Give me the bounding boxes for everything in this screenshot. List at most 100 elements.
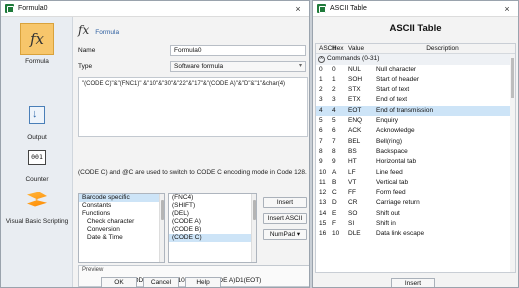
function-item[interactable]: (CODE C) [169,234,256,242]
function-item[interactable]: (CODE B) [169,226,256,234]
rail-item-counter[interactable]: 001 Counter [1,141,73,183]
ascii-row[interactable]: 11 B VT Vertical tab [316,178,515,188]
rail-label-vbscript: Visual Basic Scripting [5,218,69,225]
cell-description: Enquiry [376,117,399,125]
cell-description: Bell(ring) [376,137,403,145]
rail-item-formula[interactable]: fx Formula [1,23,73,65]
cell-value: VT [348,178,357,186]
help-button[interactable]: Help [185,277,221,287]
cell-ascii: 2 [319,86,323,94]
cell-ascii: 4 [319,106,323,114]
ascii-row[interactable]: 9 9 HT Horizontal tab [316,157,515,167]
cell-ascii: 0 [319,65,323,73]
ascii-row[interactable]: 3 3 ETX End of text [316,95,515,105]
ascii-row[interactable]: 4 4 EOT End of transmission [316,105,515,117]
preview-label: Preview [82,267,104,273]
category-item[interactable]: Constants [79,202,164,210]
output-icon [29,106,45,124]
cell-value: SOH [348,75,363,83]
rail-item-vbscript[interactable]: Visual Basic Scripting [1,183,73,225]
function-scrollbar[interactable] [251,194,256,262]
category-item[interactable]: Functions [79,210,164,218]
function-item[interactable]: (FNC4) [169,194,256,202]
cell-hex: 4 [332,106,336,114]
cell-hex: C [332,189,337,197]
ascii-row[interactable]: 7 7 BEL Bell(ring) [316,137,515,147]
ascii-grid: ASCII Hex Value Description ^ Commands (… [315,43,516,273]
category-item[interactable]: Conversion [79,226,164,234]
type-select[interactable]: Software formula ▾ [170,61,306,72]
cell-hex: E [332,209,337,217]
type-label: Type [78,63,93,70]
cancel-button[interactable]: Cancel [143,277,179,287]
group-label: Commands (0-31) [327,55,380,63]
cell-ascii: 14 [319,209,327,217]
col-header-ascii[interactable]: ASCII [316,44,336,53]
ascii-insert-button[interactable]: Insert [391,278,435,287]
function-item[interactable]: (SHIFT) [169,202,256,210]
formula-editor[interactable]: "(CODE C)"&"(FNC1)" &"10"&"30"&"22"&"17"… [78,77,308,137]
cell-description: End of text [376,96,408,104]
cell-hex: 2 [332,86,336,94]
formula-hint: (CODE C) and @C are used to switch to CO… [78,169,307,176]
cell-value: FF [348,189,356,197]
function-item[interactable]: (DEL) [169,210,256,218]
group-row-commands[interactable]: ^ Commands (0-31) [316,54,515,65]
cell-value: STX [348,86,361,94]
category-scrollbar[interactable] [159,194,164,262]
cell-hex: 6 [332,127,336,135]
name-input[interactable]: Formula0 [170,45,306,56]
cell-ascii: 15 [319,220,327,228]
ascii-window: ASCII Table × ASCII Table ASCII Hex Valu… [312,0,519,288]
ascii-row[interactable]: 16 10 DLE Data link escape [316,229,515,239]
col-header-value[interactable]: Value [348,44,370,53]
formula-main: fx Formula Name Formula0 Type Software f… [74,17,309,287]
category-item[interactable]: Barcode specific [79,194,164,202]
ascii-grid-header: ASCII Hex Value Description [316,44,515,55]
ascii-row[interactable]: 10 A LF Line feed [316,168,515,178]
insert-button[interactable]: Insert [263,197,307,208]
ascii-row[interactable]: 8 8 BS Backspace [316,147,515,157]
category-item[interactable]: Date & Time [79,234,164,242]
ascii-window-title: ASCII Table [330,5,367,12]
close-ascii-button[interactable]: × [500,2,514,16]
ascii-row[interactable]: 14 E SO Shift out [316,209,515,219]
close-formula-button[interactable]: × [291,2,305,16]
ascii-row[interactable]: 5 5 ENQ Enquiry [316,116,515,126]
numpad-button[interactable]: NumPad ▾ [263,229,307,240]
cell-ascii: 16 [319,230,327,238]
numpad-label: NumPad [269,231,296,238]
ascii-row[interactable]: 13 D CR Carriage return [316,198,515,208]
col-header-hex[interactable]: Hex [332,44,348,53]
function-item[interactable]: (CODE A) [169,218,256,226]
ascii-row[interactable]: 0 0 NUL Null character [316,65,515,75]
cell-value: ENQ [348,117,363,125]
ok-button[interactable]: OK [101,277,137,287]
chevron-down-icon: ▾ [296,231,301,238]
rail-label-output: Output [27,134,47,141]
insert-ascii-button[interactable]: Insert ASCII [263,213,307,224]
rail-item-output[interactable]: Output [1,99,73,141]
cell-hex: 3 [332,96,336,104]
category-list[interactable]: Barcode specific Constants Functions Che… [78,193,165,263]
fx-icon: fx [29,30,44,48]
cell-ascii: 3 [319,96,323,104]
ascii-row[interactable]: 15 F SI Shift in [316,219,515,229]
ascii-row[interactable]: 6 6 ACK Acknowledge [316,126,515,136]
left-rail: fx Formula Output 001 Counter Visual Bas… [1,17,73,287]
cell-hex: D [332,199,337,207]
cell-hex: 9 [332,158,336,166]
collapse-icon[interactable]: ^ [318,55,325,63]
formula-titlebar: Formula0 × [1,1,309,17]
cell-value: DLE [348,230,361,238]
col-header-description[interactable]: Description [370,44,515,53]
function-list[interactable]: (FNC4) (SHIFT) (DEL) (CODE A) (CODE B) (… [168,193,257,263]
category-item[interactable]: Check character [79,218,164,226]
cell-description: Line feed [376,168,403,176]
ascii-row[interactable]: 12 C FF Form feed [316,188,515,198]
ascii-scrollbar[interactable] [510,54,515,272]
ascii-row[interactable]: 1 1 SOH Start of header [316,75,515,85]
cell-hex: F [332,220,336,228]
cell-hex: B [332,178,337,186]
ascii-row[interactable]: 2 2 STX Start of text [316,85,515,95]
